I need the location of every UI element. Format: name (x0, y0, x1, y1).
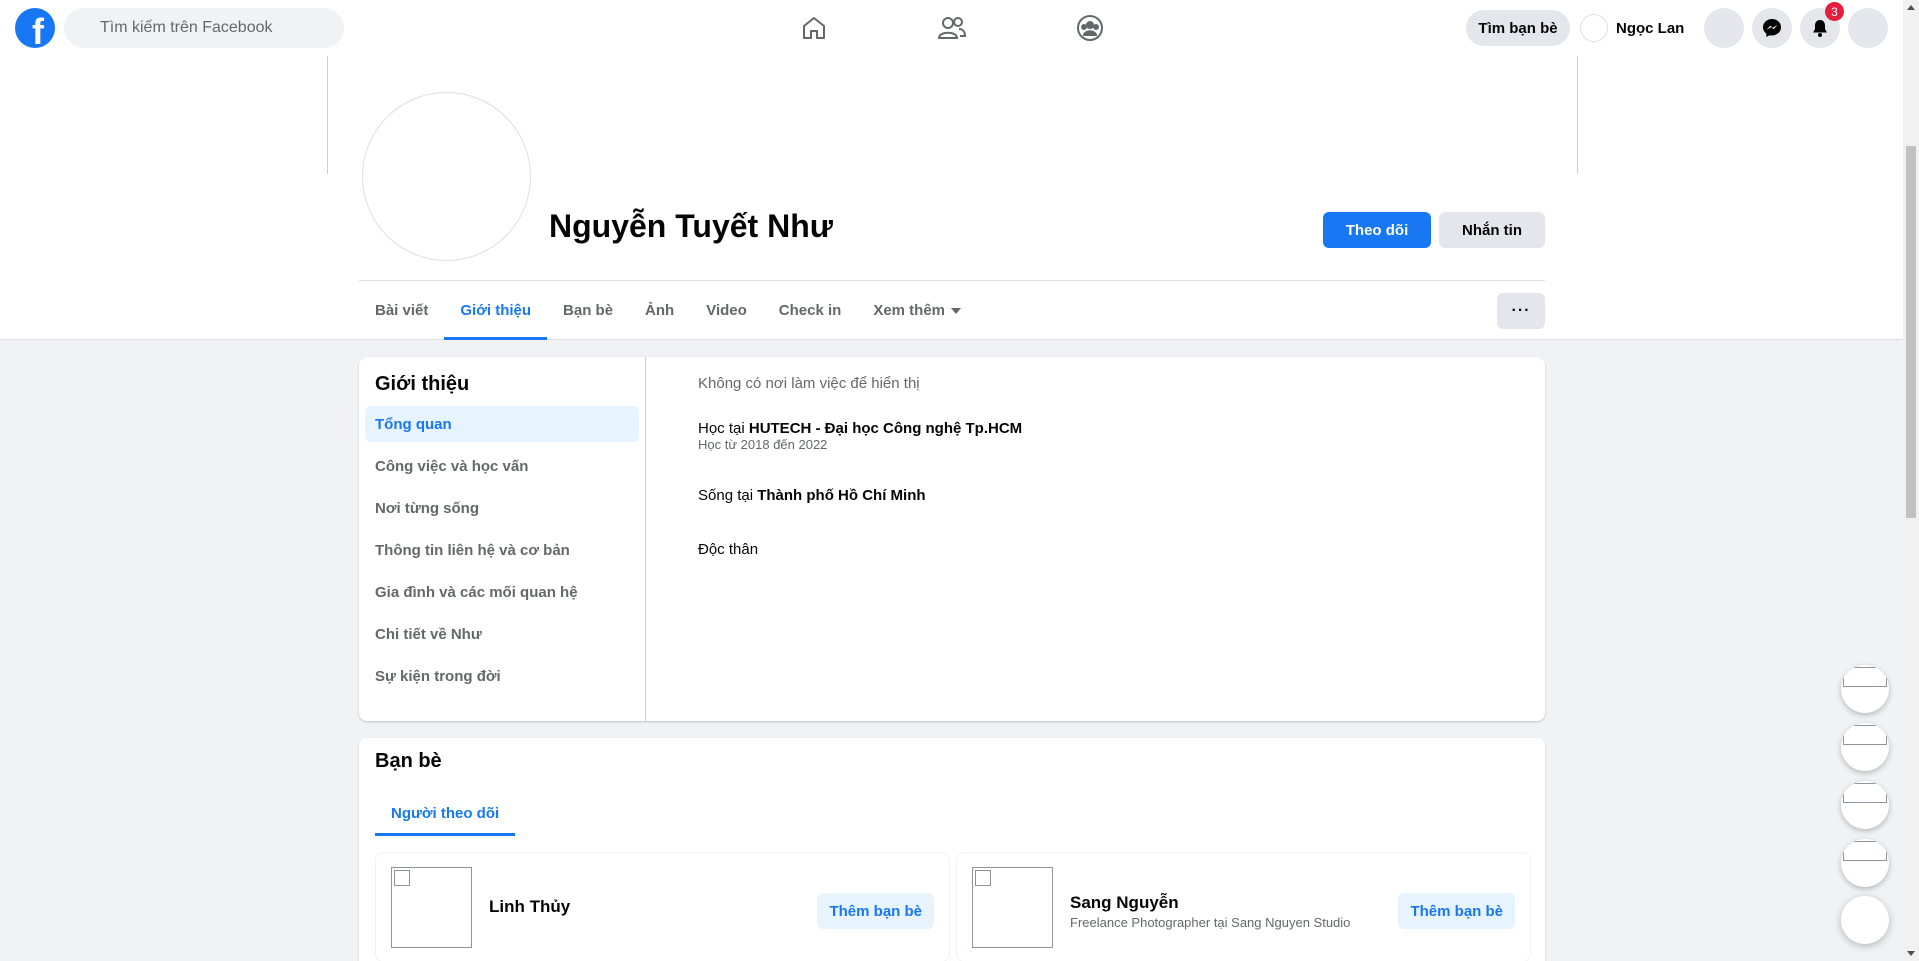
about-menu-places-lived[interactable]: Nơi từng sống (365, 490, 639, 526)
notification-count-badge: 3 (1825, 2, 1844, 21)
friend-name[interactable]: Sang Nguyễn (1070, 893, 1179, 913)
tab-label: Video (706, 302, 747, 319)
friend-photo[interactable] (391, 867, 472, 948)
home-icon[interactable] (798, 12, 830, 44)
messenger-button[interactable] (1752, 8, 1792, 48)
bell-icon (1813, 20, 1827, 37)
friend-photo[interactable] (972, 867, 1053, 948)
page-scrollbar[interactable] (1903, 0, 1919, 961)
about-overview-content: Không có nơi làm việc để hiển thị Học tạ… (646, 357, 1545, 721)
messenger-icon (1763, 19, 1781, 37)
account-button[interactable] (1848, 8, 1888, 48)
about-menu-family-relationships[interactable]: Gia đình và các mối quan hệ (365, 574, 639, 610)
broken-image-icon (1843, 783, 1887, 803)
scrollbar-thumb[interactable] (1906, 146, 1916, 518)
tab-label: Bài viết (375, 302, 429, 319)
about-sidebar: Giới thiệu Tổng quan Công việc và học vấ… (359, 357, 646, 721)
scroll-up-arrow-icon[interactable] (1907, 5, 1915, 10)
user-profile-chip[interactable]: Ngọc Lan (1580, 10, 1684, 46)
tab-posts[interactable]: Bài viết (359, 281, 444, 340)
notifications-button[interactable]: 3 (1800, 2, 1844, 48)
friend-subtitle: Freelance Photographer tại Sang Nguyen S… (1070, 915, 1351, 930)
chat-head[interactable] (1841, 665, 1889, 713)
education-info: Học tại HUTECH - Đại học Công nghệ Tp.HC… (698, 420, 1545, 487)
broken-image-icon (1843, 725, 1887, 745)
tab-photos[interactable]: Ảnh (629, 281, 690, 340)
about-menu-life-events[interactable]: Sự kiện trong đời (365, 658, 639, 694)
tab-check-in[interactable]: Check in (763, 281, 858, 340)
about-title: Giới thiệu (375, 373, 470, 395)
message-button[interactable]: Nhắn tin (1439, 212, 1545, 248)
about-menu-contact-info[interactable]: Thông tin liên hệ và cơ bản (365, 532, 639, 568)
menu-button[interactable] (1704, 8, 1744, 48)
search-input[interactable] (100, 19, 330, 37)
tab-label: Bạn bè (563, 302, 614, 319)
tab-friends[interactable]: Bạn bè (547, 281, 629, 340)
new-message-button[interactable] (1841, 896, 1889, 944)
find-friends-button[interactable]: Tìm bạn bè (1466, 10, 1570, 46)
add-friend-button[interactable]: Thêm bạn bè (817, 893, 934, 929)
friend-card: Linh Thủy Thêm bạn bè (375, 852, 950, 961)
about-menu-overview[interactable]: Tổng quan (365, 406, 639, 442)
work-info: Không có nơi làm việc để hiển thị (698, 375, 920, 392)
about-card: Giới thiệu Tổng quan Công việc và học vấ… (359, 357, 1545, 721)
friends-icon[interactable] (936, 12, 968, 44)
profile-tabs: Bài viết Giới thiệu Bạn bè Ảnh Video Che… (359, 281, 977, 340)
add-friend-button[interactable]: Thêm bạn bè (1398, 893, 1515, 929)
tab-followers[interactable]: Người theo dõi (375, 790, 516, 836)
tab-label: Giới thiệu (460, 302, 532, 319)
education-school[interactable]: HUTECH - Đại học Công nghệ Tp.HCM (749, 420, 1022, 437)
friends-card: Bạn bè Người theo dõi Linh Thủy Thêm bạn… (359, 738, 1545, 961)
tab-label: Ảnh (645, 302, 675, 319)
education-prefix: Học tại (698, 420, 749, 437)
residence-city[interactable]: Thành phố Hồ Chí Minh (757, 487, 925, 504)
facebook-logo[interactable]: f (15, 8, 55, 48)
more-options-button[interactable]: ··· (1497, 293, 1545, 329)
top-navigation-bar: f Tìm bạn bè Ngọc Lan (0, 0, 1903, 56)
facebook-logo-letter: f (32, 11, 44, 49)
scroll-down-arrow-icon[interactable] (1907, 951, 1915, 956)
chat-head[interactable] (1841, 839, 1889, 887)
tab-label: Check in (778, 302, 842, 319)
user-avatar (1580, 14, 1608, 42)
about-menu-work-education[interactable]: Công việc và học vấn (365, 448, 639, 484)
cover-photo-edge (327, 56, 328, 174)
tab-label: Xem thêm (873, 302, 946, 319)
profile-header: Nguyễn Tuyết Như Theo dõi Nhắn tin Bài v… (0, 56, 1903, 340)
tab-videos[interactable]: Video (690, 281, 763, 340)
profile-avatar[interactable] (362, 92, 531, 261)
follow-button[interactable]: Theo dõi (1323, 212, 1431, 248)
education-period: Học từ 2018 đến 2022 (698, 437, 828, 452)
chat-head[interactable] (1841, 723, 1889, 771)
relationship-status: Độc thân (698, 541, 759, 558)
broken-image-icon (975, 870, 991, 886)
broken-image-icon (1843, 841, 1887, 861)
friends-title: Bạn bè (375, 750, 442, 772)
caret-down-icon (951, 307, 962, 314)
friend-name[interactable]: Linh Thủy (489, 897, 570, 917)
tab-see-more[interactable]: Xem thêm (857, 281, 977, 340)
groups-icon[interactable] (1074, 12, 1106, 44)
search-box[interactable] (64, 8, 344, 48)
user-name: Ngọc Lan (1616, 19, 1685, 37)
residence-info: Sống tại Thành phố Hồ Chí Minh (698, 487, 1545, 541)
profile-name: Nguyễn Tuyết Như (549, 208, 833, 244)
about-menu-details[interactable]: Chi tiết về Như (365, 616, 639, 652)
residence-prefix: Sống tại (698, 487, 758, 504)
tab-about[interactable]: Giới thiệu (444, 281, 547, 340)
friend-card: Sang Nguyễn Freelance Photographer tại S… (956, 852, 1531, 961)
broken-image-icon (1843, 667, 1887, 687)
cover-photo-edge (1577, 56, 1578, 174)
broken-image-icon (394, 870, 410, 886)
chat-head[interactable] (1841, 781, 1889, 829)
